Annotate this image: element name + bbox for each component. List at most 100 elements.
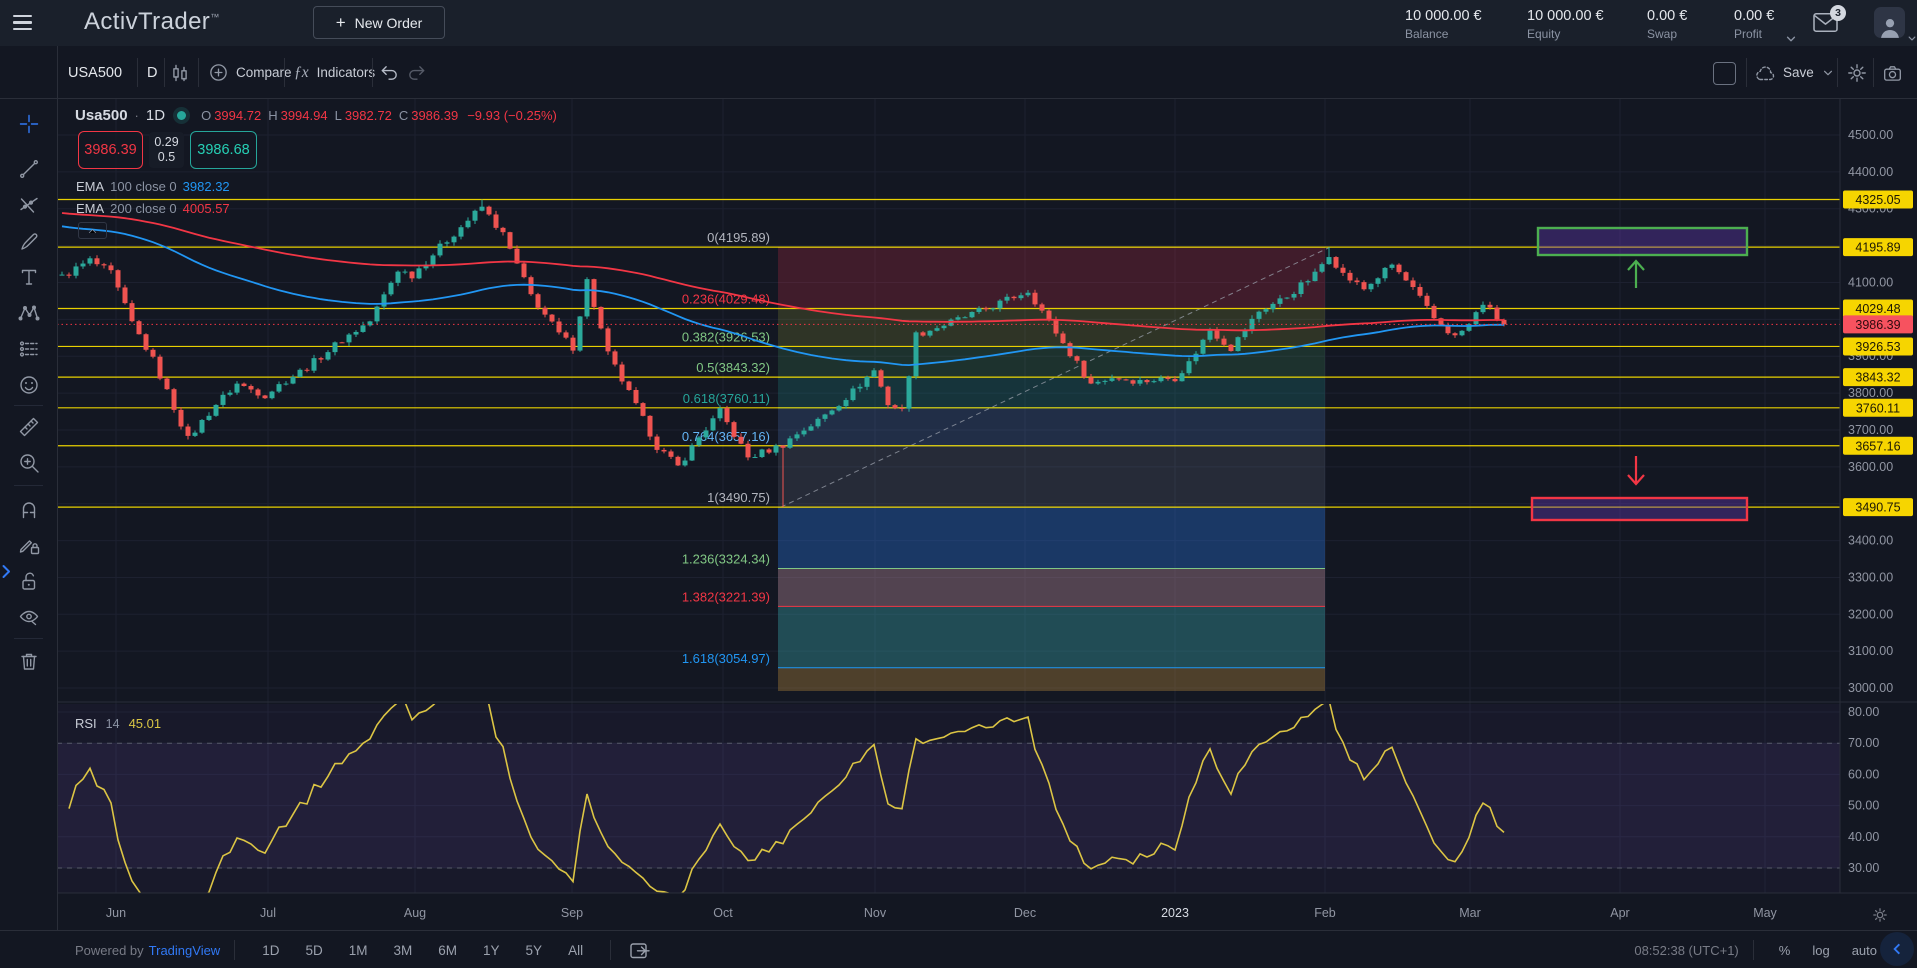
svg-text:3300.00: 3300.00 [1848, 570, 1893, 584]
tool-crosshair[interactable] [13, 108, 44, 139]
candles-icon [169, 62, 191, 84]
svg-text:4325.05: 4325.05 [1855, 193, 1900, 207]
balance-stat: 10 000.00 €Balance [1405, 8, 1482, 41]
ema200-value: 4005.57 [183, 201, 230, 216]
collapse-panel-button[interactable] [1880, 932, 1914, 966]
market-status-icon[interactable] [177, 111, 186, 120]
legend-collapse-button[interactable] [78, 222, 107, 239]
redo-button[interactable] [406, 46, 427, 99]
svg-text:3926.53: 3926.53 [1855, 340, 1900, 354]
chart-canvas[interactable]: 0(4195.89)0.236(4029.48)0.382(3926.53)0.… [0, 0, 1917, 968]
symbol-button[interactable]: USA500 [68, 46, 122, 99]
activtrader-app: 0(4195.89)0.236(4029.48)0.382(3926.53)0.… [0, 0, 1917, 968]
tool-emoji[interactable] [13, 369, 44, 400]
go-to-date-button[interactable] [629, 941, 651, 960]
log-scale-button[interactable]: log [1812, 943, 1829, 958]
percent-scale-button[interactable]: % [1779, 943, 1791, 958]
range-5y[interactable]: 5Y [526, 943, 543, 958]
svg-text:Nov: Nov [864, 906, 887, 920]
range-1d[interactable]: 1D [262, 943, 279, 958]
go-to-date-icon [629, 941, 651, 960]
magnifier-plus-icon [18, 452, 40, 474]
trend-line-icon [18, 158, 40, 180]
save-layout-button[interactable]: Save [1753, 46, 1833, 99]
rsi-legend[interactable]: RSI 14 45.01 [75, 716, 161, 731]
fx-icon: ƒx [294, 64, 309, 82]
tool-brush[interactable] [13, 225, 44, 256]
svg-text:Apr: Apr [1610, 906, 1629, 920]
chart-type-button[interactable] [169, 46, 191, 99]
svg-text:1(3490.75): 1(3490.75) [707, 490, 770, 505]
text-icon [18, 266, 40, 288]
compare-button[interactable]: Compare [208, 46, 292, 99]
menu-icon[interactable] [13, 15, 32, 30]
ema100-legend[interactable]: EMA 100 close 0 3982.32 [76, 179, 230, 194]
chart-toolbar: USA500 D Compare ƒx Indicators Save [57, 46, 1917, 99]
tool-lock-all[interactable] [13, 565, 44, 596]
ema200-legend[interactable]: EMA 200 close 0 4005.57 [76, 201, 230, 216]
pencil-lock-icon [18, 534, 40, 556]
object-tree-expand-button[interactable] [0, 562, 12, 580]
lock-icon [18, 570, 40, 592]
svg-text:0.618(3760.11): 0.618(3760.11) [683, 391, 770, 406]
svg-text:Feb: Feb [1314, 906, 1336, 920]
stats-caret-icon[interactable] [1786, 36, 1796, 42]
axis-settings-icon[interactable] [1868, 903, 1892, 927]
range-1m[interactable]: 1M [349, 943, 368, 958]
profit-stat: 0.00 €Profit [1734, 8, 1774, 41]
change-value: −9.93 (−0.25%) [467, 108, 557, 123]
forecast-icon [18, 338, 40, 360]
svg-text:3843.32: 3843.32 [1855, 371, 1900, 385]
tool-text[interactable] [13, 261, 44, 292]
clock[interactable]: 08:52:38 (UTC+1) [1634, 943, 1738, 958]
buy-price-button[interactable]: 3986.68 [190, 131, 257, 169]
tradingview-link[interactable]: TradingView [149, 943, 221, 958]
svg-text:3000.00: 3000.00 [1848, 681, 1893, 695]
eye-icon [18, 606, 40, 628]
brush-icon [18, 230, 40, 252]
svg-text:3600.00: 3600.00 [1848, 460, 1893, 474]
chart-legend[interactable]: Usa500 · 1D O3994.72 H3994.94 L3982.72 C… [75, 107, 557, 124]
tool-magnet[interactable] [13, 493, 44, 524]
magnet-icon [18, 498, 40, 520]
tool-trend-line[interactable] [13, 153, 44, 184]
avatar[interactable] [1874, 7, 1905, 38]
indicators-button[interactable]: ƒx Indicators [294, 46, 375, 99]
chart-settings-button[interactable] [1846, 46, 1868, 99]
snapshot-button[interactable] [1881, 46, 1904, 99]
auto-scale-button[interactable]: auto [1852, 943, 1877, 958]
undo-button[interactable] [379, 46, 400, 99]
tool-hide-drawings[interactable] [13, 601, 44, 632]
new-order-button[interactable]: + New Order [313, 6, 445, 39]
tool-remove-drawings[interactable] [13, 645, 44, 676]
tool-zoom-in[interactable] [13, 447, 44, 478]
svg-text:3800.00: 3800.00 [1848, 386, 1893, 400]
range-3m[interactable]: 3M [394, 943, 413, 958]
interval-button[interactable]: D [147, 46, 157, 99]
tool-drawing-lock[interactable] [13, 529, 44, 560]
spread-indicator: 0.29 0.5 [149, 132, 184, 168]
compare-plus-icon [208, 62, 229, 83]
open-value: 3994.72 [214, 108, 261, 123]
legend-interval: 1D [146, 107, 165, 124]
save-caret-icon [1823, 70, 1833, 76]
svg-text:4100.00: 4100.00 [1848, 275, 1893, 289]
tool-gann-fib[interactable] [13, 189, 44, 220]
svg-text:Aug: Aug [404, 906, 426, 920]
chevron-up-icon [87, 228, 98, 234]
smiley-icon [18, 374, 40, 396]
sell-price-button[interactable]: 3986.39 [78, 131, 143, 169]
tool-measure[interactable] [13, 411, 44, 442]
range-1y[interactable]: 1Y [483, 943, 500, 958]
range-all[interactable]: All [568, 943, 583, 958]
low-value: 3982.72 [345, 108, 392, 123]
tool-forecast[interactable] [13, 333, 44, 364]
xabcd-icon [18, 302, 40, 324]
tool-xabcd-pattern[interactable] [13, 297, 44, 328]
svg-text:1.382(3221.39): 1.382(3221.39) [682, 589, 770, 604]
avatar-caret-icon[interactable] [1908, 36, 1916, 41]
range-6m[interactable]: 6M [438, 943, 457, 958]
gear-icon [1846, 62, 1868, 84]
range-5d[interactable]: 5D [305, 943, 322, 958]
multichart-layout-button[interactable] [1713, 62, 1736, 85]
